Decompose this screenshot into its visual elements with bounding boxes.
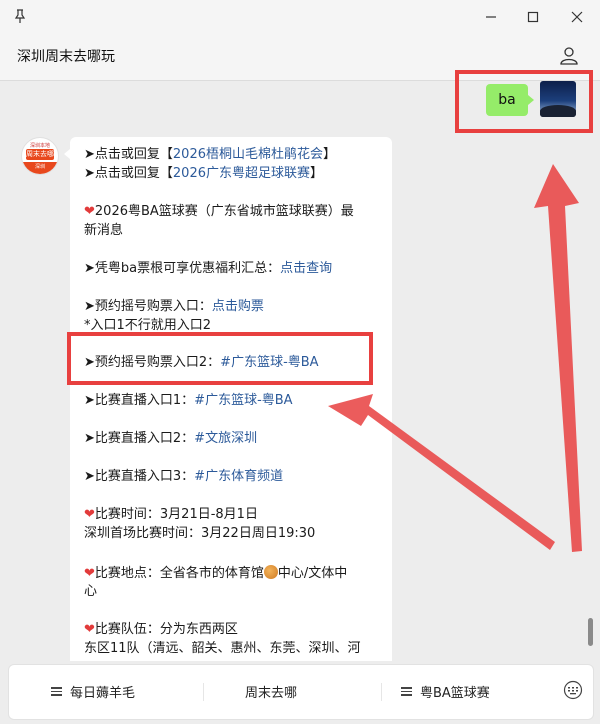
message-line: ➤凭粤ba票根可享优惠福利汇总：点击查询: [84, 261, 333, 276]
menu-item-basketball[interactable]: 粤BA篮球赛: [401, 682, 490, 701]
bot-avatar[interactable]: 深圳本地 周末去哪 深圳: [21, 137, 59, 175]
basketball-icon: [263, 565, 278, 579]
person-icon[interactable]: [558, 45, 580, 67]
bot-avatar-middle-text: 周末去哪: [26, 149, 54, 160]
scrollbar-thumb[interactable]: [588, 618, 593, 646]
query-link[interactable]: 点击查询: [280, 261, 332, 276]
message-line: ➤预约摇号购票入口：点击购票: [84, 299, 264, 314]
flower-festival-link[interactable]: 2026梧桐山毛棉杜鹃花会: [173, 147, 323, 162]
close-icon[interactable]: [566, 6, 588, 28]
message-line: ❤比赛时间：3月21日-8月1日: [84, 507, 258, 522]
message-line: ➤点击或回复【2026广东粤超足球联赛】: [84, 166, 324, 181]
shenzhen-culture-link[interactable]: #文旅深圳: [194, 431, 257, 446]
title-bar: [0, 0, 600, 34]
heart-icon: ❤: [84, 622, 95, 637]
message-line: 新消息: [84, 223, 124, 238]
message-line: ➤比赛直播入口3：#广东体育频道: [84, 469, 284, 484]
annotation-box-ticket: [67, 332, 373, 385]
menu-divider: [381, 683, 382, 701]
message-line: 心: [84, 584, 98, 599]
message-line: ❤比赛地点：全省各市的体育馆 中心/文体中: [84, 565, 348, 581]
buy-ticket-link[interactable]: 点击购票: [212, 299, 264, 314]
sports-channel-link[interactable]: #广东体育频道: [194, 469, 283, 484]
maximize-icon[interactable]: [522, 6, 544, 28]
football-league-link[interactable]: 2026广东粤超足球联赛: [173, 166, 310, 181]
menu-item-weekend[interactable]: 周末去哪: [245, 682, 297, 701]
bottom-bar: 每日薅羊毛 周末去哪 粤BA篮球赛: [0, 661, 600, 724]
pin-icon[interactable]: [12, 8, 28, 24]
chat-title: 深圳周末去哪玩: [17, 49, 115, 65]
keyboard-icon[interactable]: [563, 680, 583, 700]
guangdong-basketball-link-live[interactable]: #广东篮球-粤BA: [194, 393, 292, 408]
bot-avatar-top-text: 深圳本地: [29, 143, 50, 149]
menu-divider: [203, 683, 204, 701]
menu-icon: [51, 685, 62, 698]
heart-icon: ❤: [84, 507, 95, 522]
menu-icon: [401, 685, 412, 698]
message-line: ➤比赛直播入口1：#广东篮球-粤BA: [84, 393, 293, 408]
message-line: 东区11队（清远、韶关、惠州、东莞、深圳、河: [84, 641, 361, 656]
message-line: ➤点击或回复【2026梧桐山毛棉杜鹃花会】: [84, 147, 337, 162]
annotation-box-reply: [455, 70, 593, 133]
bot-avatar-bottom-text: 深圳: [22, 162, 58, 174]
message-line: ❤2026粤BA篮球赛（广东省城市篮球联赛）最: [84, 204, 354, 219]
heart-icon: ❤: [84, 566, 95, 581]
message-line: 深圳首场比赛时间：3月22日周日19:30: [84, 526, 316, 541]
message-line: ➤比赛直播入口2：#文旅深圳: [84, 431, 258, 446]
message-line: ❤比赛队伍：分为东西两区: [84, 622, 238, 637]
minimize-icon[interactable]: [480, 6, 502, 28]
custom-menu: 每日薅羊毛 周末去哪 粤BA篮球赛: [8, 664, 594, 720]
heart-icon: ❤: [84, 204, 95, 219]
menu-item-daily-deals[interactable]: 每日薅羊毛: [51, 682, 135, 701]
